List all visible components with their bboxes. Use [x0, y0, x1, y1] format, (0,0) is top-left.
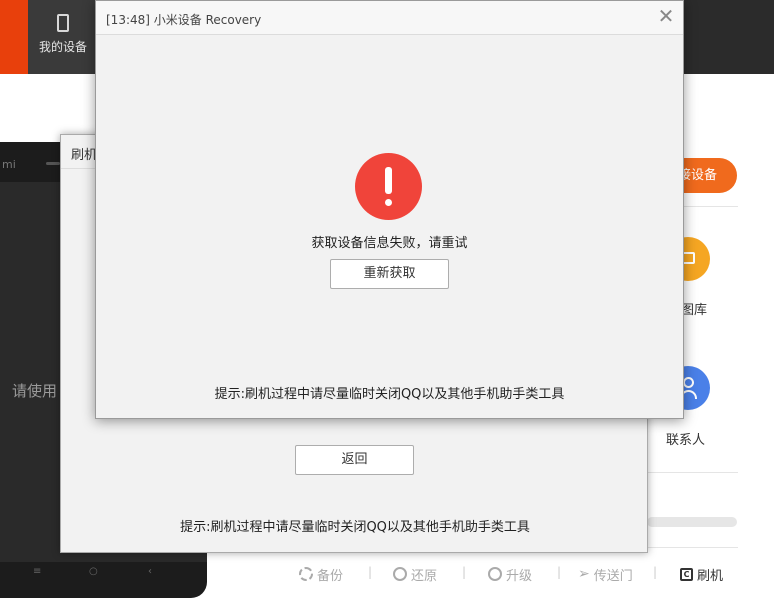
storage-progress-bar [647, 517, 737, 527]
nav-my-device[interactable]: 我的设备 [28, 0, 98, 74]
recovery-dialog-titlebar: [13:48] 小米设备 Recovery ✕ [96, 1, 683, 35]
phone-menu-icon: ≡ [33, 566, 42, 577]
phone-back-icon: ‹ [148, 566, 152, 577]
backup-button[interactable]: 备份 [299, 565, 344, 584]
retry-button[interactable]: 重新获取 [330, 259, 449, 289]
flash-dialog-title: 刷机 [71, 148, 98, 163]
recovery-tip-text: 提示:刷机过程中请尽量临时关闭QQ以及其他手机助手类工具 [214, 387, 565, 402]
phone-speaker [46, 162, 60, 165]
contacts-label: 联系人 [666, 433, 706, 448]
toolbar-separator: | [557, 565, 562, 579]
upgrade-label: 升级 [506, 568, 533, 584]
transfer-button[interactable]: ➢ 传送门 [578, 565, 633, 584]
toolbar-separator: | [653, 565, 658, 579]
paper-plane-icon: ➢ [578, 566, 590, 582]
close-icon[interactable]: ✕ [657, 6, 675, 26]
flash-button[interactable]: C 刷机 [680, 565, 724, 584]
restore-label: 还原 [411, 568, 438, 584]
recovery-dialog-title: [13:48] 小米设备 Recovery [106, 13, 262, 27]
error-icon [355, 153, 422, 220]
recovery-dialog: [13:48] 小米设备 Recovery ✕ 获取设备信息失败，请重试 重新获… [95, 0, 684, 419]
phone-home-icon: ○ [89, 566, 98, 577]
error-message: 获取设备信息失败，请重试 [311, 236, 468, 251]
phone-brand-logo: mi [2, 158, 16, 171]
flash-icon: C [680, 567, 693, 581]
restore-icon [393, 567, 407, 581]
phone-hint-text: 请使用 [12, 382, 58, 400]
flash-tip-text: 提示:刷机过程中请尽量临时关闭QQ以及其他手机助手类工具 [180, 520, 530, 535]
gallery-label: 图库 [681, 303, 708, 318]
back-button[interactable]: 返回 [295, 445, 414, 475]
backup-label: 备份 [317, 568, 344, 584]
backup-icon [299, 567, 313, 581]
toolbar-separator: | [368, 565, 373, 579]
toolbar-separator: | [462, 565, 467, 579]
upgrade-button[interactable]: 升级 [488, 565, 533, 584]
phone-icon [57, 14, 69, 32]
upgrade-arrow-icon [488, 567, 502, 581]
person-icon [683, 377, 694, 388]
divider [648, 472, 738, 473]
flash-label: 刷机 [697, 568, 724, 584]
restore-button[interactable]: 还原 [393, 565, 438, 584]
transfer-label: 传送门 [593, 568, 633, 584]
nav-my-device-label: 我的设备 [38, 40, 87, 54]
brand-strip [0, 0, 28, 74]
